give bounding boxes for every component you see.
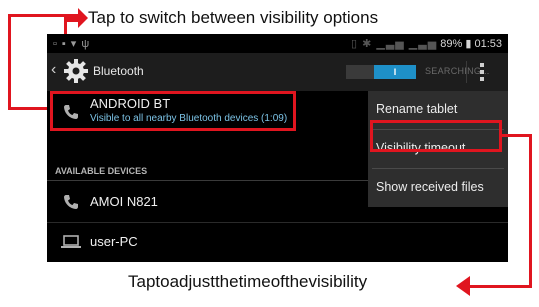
overflow-menu-icon[interactable]: [479, 61, 485, 83]
bottom-arrow-icon: [456, 276, 470, 296]
callout-line-top-h: [8, 14, 67, 17]
highlight-paired-device: [50, 91, 296, 131]
battery-icon: ▮: [465, 38, 472, 50]
status-right: ▯ ✱ ▁▃▅ ▁▃▅ 89% ▮ 01:53: [351, 37, 502, 50]
callout-line-right-v: [529, 134, 532, 288]
gear-icon[interactable]: [63, 58, 89, 84]
device-name: user-PC: [90, 234, 138, 249]
signal-icon: ▯ ✱ ▁▃▅ ▁▃▅: [350, 38, 438, 50]
device-name: AMOI N821: [90, 194, 158, 209]
list-item[interactable]: user-PC: [47, 223, 508, 261]
callout-line-left-h: [8, 107, 52, 110]
action-bar-divider: [466, 61, 467, 83]
status-bar: ▫▪▾ψ ▯ ✱ ▁▃▅ ▁▃▅ 89% ▮ 01:53: [47, 34, 508, 53]
laptop-icon: [61, 235, 81, 248]
phone-icon: [64, 195, 78, 209]
action-bar: ‹ Bluetooth I SEARCHING...: [47, 53, 508, 91]
menu-item-show-received-files[interactable]: Show received files: [368, 169, 508, 207]
toggle-knob: I: [374, 65, 416, 79]
top-caption: Tap to switch between visibility options: [88, 8, 379, 27]
clock: 01:53: [474, 38, 502, 50]
bluetooth-toggle[interactable]: I: [346, 65, 416, 79]
callout-line-left-v: [8, 14, 11, 110]
page-title: Bluetooth: [93, 64, 144, 78]
top-arrow-icon: [64, 8, 88, 28]
callout-line-right-h: [502, 134, 532, 137]
battery-percent: 89%: [440, 38, 463, 50]
bottom-caption: Taptoadjustthetimeofthevisibility: [128, 272, 368, 291]
available-devices-header: AVAILABLE DEVICES: [55, 166, 148, 176]
callout-line-bottom-h: [470, 285, 532, 288]
back-chevron-icon[interactable]: ‹: [51, 61, 56, 79]
notification-icons: ▫▪▾ψ: [53, 38, 95, 50]
highlight-visibility-timeout: [370, 120, 502, 152]
